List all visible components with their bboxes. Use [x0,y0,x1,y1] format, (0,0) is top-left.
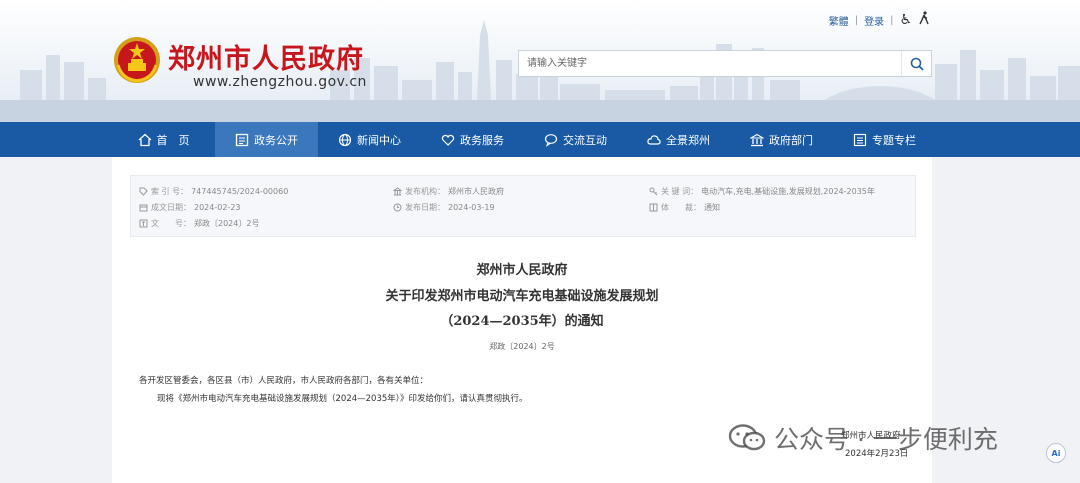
document-title-issuer: 郑州市人民政府 [476,263,568,278]
meta-publisher: 发布机构： 郑州市人民政府 [393,186,504,197]
nav-item-label: 新闻中心 [357,133,401,147]
document-title-period: （2024—2035年）的通知 [440,314,604,329]
traditional-chinese-link[interactable]: 繁體 [829,13,849,28]
grid-icon [649,203,658,212]
text-icon [139,219,148,228]
top-links: 繁體 | 登录 | ♿ [829,11,930,29]
nav-item-label: 全景郑州 [666,133,710,147]
site-name[interactable]: 郑州市人民政府 [168,37,364,76]
nav-item-panorama[interactable]: 全景郑州 [627,122,730,157]
recipients-paragraph: 各开发区管委会，各区县（市）人民政府，市人民政府各部门，各有关单位： [139,376,429,386]
cloud-icon [647,134,661,145]
meta-keywords: 关 键 词： 电动汽车,充电,基础设施,发展规划,2024-2035年 [649,186,875,197]
nav-item-label: 政府部门 [769,133,813,147]
nav-item-label: 政务服务 [460,133,504,147]
key-icon [649,187,658,196]
elderly-mode-icon[interactable] [918,11,930,29]
meta-doc-number: 文 号： 郑政〔2024〕2号 [139,218,259,229]
search-box [518,50,932,77]
watermark-text: 公众号 · 一步便利充 [774,425,998,454]
nav-item-services[interactable]: 政务服务 [421,122,524,157]
meta-index: 索 引 号： 747445745/2024-00060 [139,186,288,197]
chat-icon [544,133,558,147]
nav-item-news[interactable]: 新闻中心 [318,122,421,157]
building-icon [393,187,402,196]
nav-item-departments[interactable]: 政府部门 [730,122,833,157]
document-title-main: 关于印发郑州市电动汽车充电基础设施发展规划 [385,289,659,304]
site-url: www.zhengzhou.gov.cn [193,74,367,90]
site-header: 繁體 | 登录 | ♿ 郑州市人民政府 www.zhengzhou.gov.cn [0,0,1080,122]
login-link[interactable]: 登录 [864,13,884,28]
document-icon [235,133,249,146]
ai-assistant-badge[interactable]: Ai [1046,443,1066,463]
wechat-watermark: 公众号 · 一步便利充 [728,420,998,456]
heart-icon [441,134,455,146]
document-metadata-panel: 索 引 号： 747445745/2024-00060 发布机构： 郑州市人民政府 … [130,175,916,237]
nav-item-home[interactable]: 首 页 [112,122,215,157]
nav-item-label: 首 页 [156,133,190,147]
national-emblem-logo [114,37,160,83]
main-navigation: 首 页 政务公开 新闻中心 政务服务 交流互动 全景郑州 政府部门 专题专栏 [0,122,1080,157]
search-button[interactable] [901,51,931,76]
nav-item-interaction[interactable]: 交流互动 [524,122,627,157]
nav-item-label: 政务公开 [254,133,298,147]
body-paragraph: 现将《郑州市电动汽车充电基础设施发展规划（2024—2035年）》印发给你们，请… [157,394,528,404]
home-icon [138,133,151,146]
meta-published-date: 发布日期： 2024-03-19 [393,202,495,213]
building-icon [750,133,764,146]
nav-item-label: 交流互动 [563,133,607,147]
document-number: 郑政〔2024〕2号 [489,342,555,351]
meta-genre: 体 裁： 通知 [649,202,720,213]
clock-icon [393,203,402,212]
separator: | [890,14,894,26]
search-input[interactable] [519,51,899,76]
meta-created-date: 成文日期： 2024-02-23 [139,202,241,213]
list-icon [853,133,867,146]
nav-item-label: 专题专栏 [872,133,916,147]
wechat-icon [728,424,766,451]
search-icon [910,57,924,71]
nav-item-topics[interactable]: 专题专栏 [833,122,936,157]
accessibility-icon[interactable]: ♿ [899,12,912,28]
calendar-icon [139,204,148,212]
tag-icon [139,187,148,196]
separator: | [854,14,859,26]
globe-icon [338,133,352,146]
nav-item-gov-affairs[interactable]: 政务公开 [215,122,318,157]
